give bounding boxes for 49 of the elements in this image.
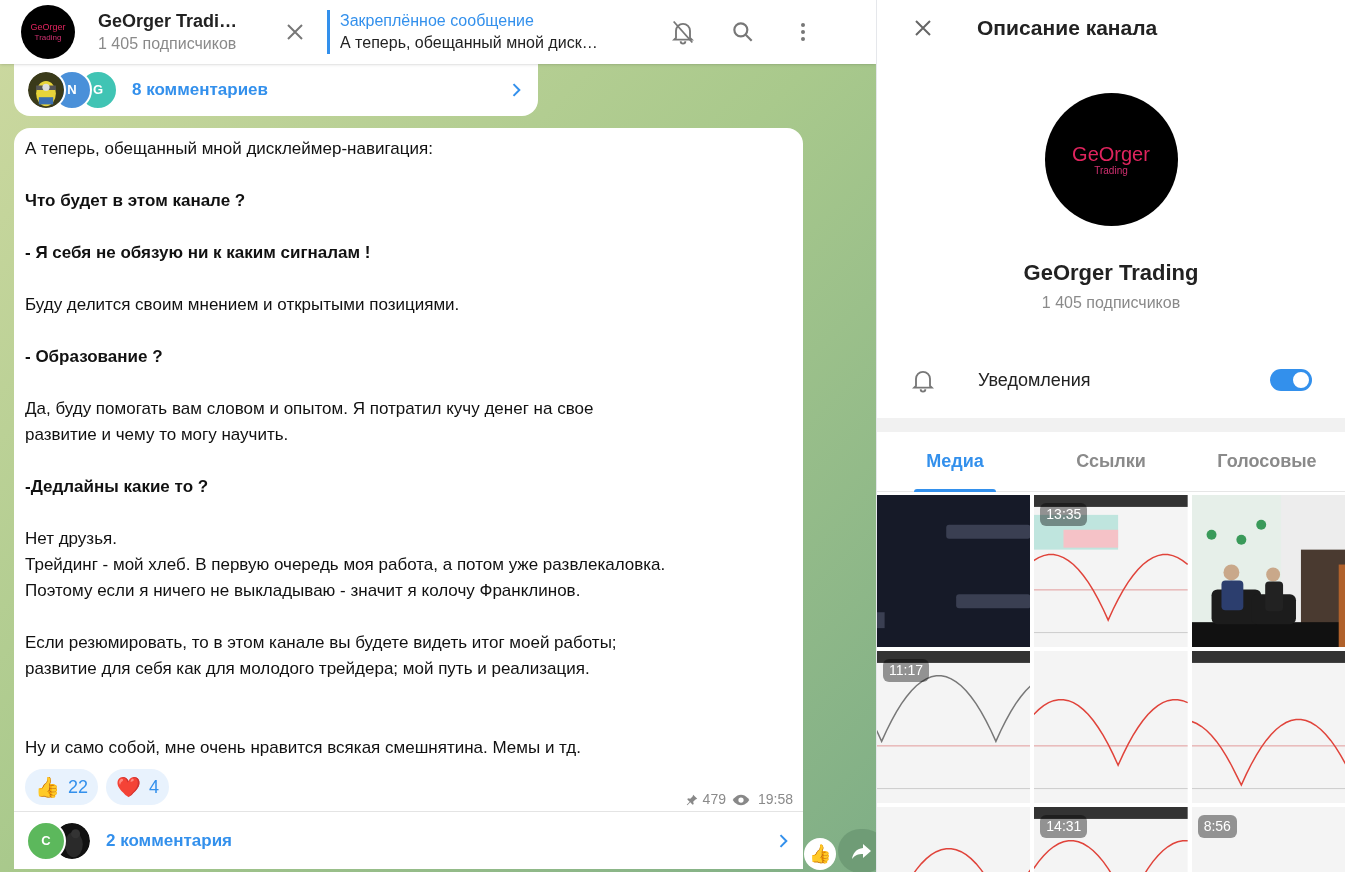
pinned-message[interactable]: Закреплённое сообщение А теперь, обещанный мной диск… — [327, 10, 657, 54]
comments-label: 8 комментариев — [132, 79, 270, 102]
pin-icon — [684, 792, 699, 807]
comments-label: 2 комментария — [106, 829, 234, 852]
share-button[interactable] — [838, 829, 876, 872]
reaction-emoji: 👍 — [35, 777, 60, 797]
logo-subtext: Trading — [34, 33, 62, 42]
message-time: 19:58 — [757, 790, 793, 809]
logo-text: GeOrger — [30, 22, 66, 32]
video-duration: 11:17 — [883, 659, 929, 682]
subscriber-count: 1 405 подписчиков — [1041, 293, 1181, 313]
video-duration: 14:31 — [1040, 815, 1088, 838]
avatar: C — [26, 820, 66, 861]
message-paragraph: Да, буду помогать вам словом и опытом. Я потратил кучу денег на свое развитие и чему то могу научить. — [25, 398, 594, 446]
message-paragraph: - Образование ? — [25, 346, 163, 368]
message-paragraph: Что будет в этом канале ? — [25, 190, 246, 212]
tab[interactable]: Ссылки — [1033, 432, 1189, 491]
reaction-count: 4 — [149, 775, 160, 799]
message-paragraph: Буду делится своим мнением и открытыми позициями. — [25, 294, 460, 316]
video-duration: 8:56 — [1197, 815, 1237, 838]
quick-reaction-button[interactable]: 👍 — [804, 838, 836, 870]
comments-button[interactable]: C 2 комментария — [14, 811, 803, 869]
tab[interactable]: Медиа — [877, 432, 1033, 491]
more-icon — [801, 23, 805, 41]
tab[interactable]: Голосовые — [1189, 432, 1345, 491]
logo-subtext: Trading — [1094, 165, 1128, 176]
channel-name: GeOrger Trading — [1023, 259, 1199, 287]
reaction-emoji: ❤ — [116, 777, 142, 797]
message-paragraph: - Я себя не обязую ни к каким сигналам ! — [25, 242, 371, 264]
bell-off-icon — [669, 18, 697, 46]
notifications-toggle[interactable] — [1270, 369, 1312, 391]
reaction-count: 22 — [68, 775, 89, 799]
reaction-chip[interactable]: 👍 22 — [25, 769, 99, 805]
comments-button[interactable]: N G 8 комментариев — [26, 70, 526, 110]
message-paragraph: Ну и само собой, мне очень нравится всякая смешнятина. Мемы и тд. — [25, 737, 581, 759]
message-paragraph: -Дедлайны какие то ? — [25, 476, 209, 498]
panel-title: Описание канала — [977, 15, 1158, 42]
message-paragraph: Если резюмировать, то в этом канале вы будете видеть итог моей работы; развитие для себя как для молодого трейдера; мой путь и реализация. — [25, 632, 617, 680]
notifications-label: Уведомления — [978, 368, 1092, 392]
message-paragraph: Нет друзья. Трейдинг - мой хлеб. В первую очередь моя работа, а потом уже развлекаловка. Поэтому если я ничего не выкладываю - значит я колочу Франклинов. — [25, 528, 666, 602]
pinned-text: А теперь, обещанный мной диск… — [340, 33, 599, 53]
subscriber-count: 1 405 подписчиков — [98, 34, 238, 54]
view-count: 479 — [702, 790, 726, 809]
video-duration: 13:35 — [1040, 503, 1088, 526]
reaction-chip[interactable]: ❤ 4 — [106, 769, 170, 805]
pinned-title: Закреплённое сообщение — [340, 11, 535, 31]
logo-text: GeOrger — [1072, 143, 1150, 164]
message-paragraph: А теперь, обещанный мной дисклеймер-навигация: — [25, 138, 433, 160]
chat-title: GeOrger Tradi… — [98, 10, 239, 33]
